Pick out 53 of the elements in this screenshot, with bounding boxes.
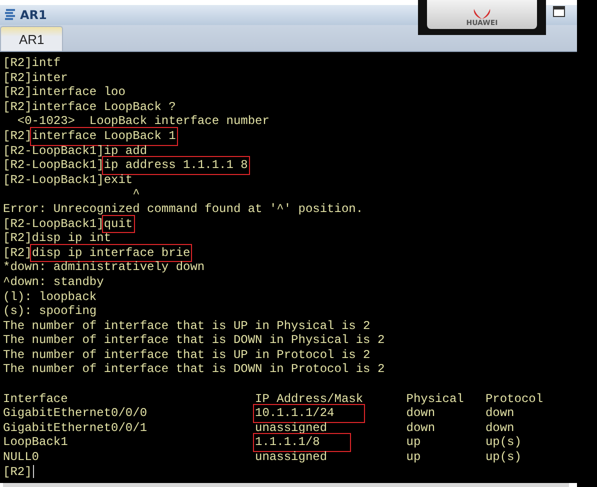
tab[interactable]: AR1 (0, 26, 64, 51)
column-header: IP Address/Mask (255, 392, 364, 406)
highlighted-cell: 1.1.1.1/8 (255, 435, 349, 450)
terminal-text: ^down: standby (3, 274, 104, 290)
terminal-text: [R2]intf (3, 56, 61, 71)
terminal-text: [R2]inter (3, 70, 68, 86)
table-cell: GigabitEthernet0/0/0 (3, 406, 148, 421)
table-cell: down (406, 420, 436, 436)
table-cell: down (485, 406, 514, 421)
terminal-text: [R2-LoopBack1] (3, 216, 104, 232)
highlighted-command: ip address 1.1.1.1 8 (104, 158, 248, 173)
table-cell: down (485, 420, 514, 436)
terminal-text: [R2] (3, 128, 32, 144)
flower-logo-icon (471, 9, 493, 19)
terminal-text: The number of interface that is DOWN in Physical is 2 (3, 333, 385, 348)
column-header: Physical (406, 392, 464, 406)
terminal-text: [R2-LoopBack1]ip add (3, 144, 148, 158)
terminal-text: (s): spoofing (3, 304, 97, 319)
table-cell: up(s) (485, 435, 522, 450)
terminal-text: [R2]interface loo (3, 85, 126, 100)
highlighted-cell: 10.1.1.1/24 (255, 406, 364, 421)
terminal-text: <0-1023> LoopBack interface number (16, 114, 270, 129)
terminal-text: [R2]interface LoopBack ? (3, 100, 176, 114)
table-cell: unassigned (255, 450, 328, 465)
terminal-text: [R2]disp ip int (3, 231, 112, 246)
terminal-text: ^ (132, 187, 140, 202)
terminal-text: *down: administratively down (3, 260, 205, 275)
terminal-text: The number of interface that is DOWN in Protocol is 2 (3, 362, 385, 378)
terminal-text: [R2-LoopBack1] (3, 158, 104, 173)
column-header: Protocol (485, 392, 544, 406)
table-cell: down (406, 406, 436, 421)
table-cell: up (406, 435, 421, 450)
terminal-text: [R2] (3, 246, 32, 260)
scrollbar[interactable] (3, 483, 569, 487)
table-cell: LoopBack1 (3, 435, 68, 450)
highlighted-command: interface LoopBack 1 (32, 128, 176, 144)
table-cell: up(s) (485, 450, 522, 465)
text-cursor-icon (32, 464, 35, 478)
table-cell: GigabitEthernet0/0/1 (3, 420, 148, 436)
highlighted-command: disp ip interface brie (32, 246, 190, 260)
terminal-text: The number of interface that is UP in Physical is 2 (3, 318, 370, 334)
terminal-text: The number of interface that is UP in Protocol is 2 (3, 348, 370, 362)
window-title: AR1 (20, 8, 47, 22)
maximize-icon[interactable] (553, 6, 565, 17)
table-cell: NULL0 (3, 450, 40, 465)
table-cell: up (406, 450, 421, 465)
highlighted-command: quit (104, 216, 133, 232)
terminal-text: Error: Unrecognized command found at '^' position. (3, 202, 364, 217)
column-header: Interface (3, 392, 68, 406)
terminal-text: (l): loopback (3, 290, 97, 304)
terminal-text: [R2-LoopBack1]exit (3, 172, 133, 188)
terminal-prompt: [R2] (3, 464, 32, 480)
table-cell: unassigned (255, 420, 328, 436)
